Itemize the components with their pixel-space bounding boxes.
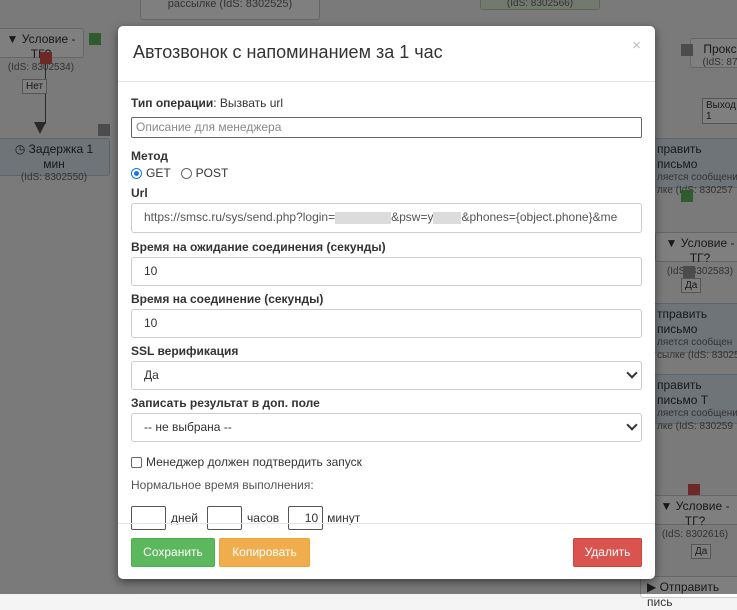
close-icon[interactable]: × bbox=[632, 38, 641, 53]
operation-modal: Автозвонок с напоминанием за 1 час × Тип… bbox=[118, 26, 655, 579]
method-label: Метод bbox=[131, 149, 169, 163]
result-field-select[interactable]: -- не выбрана -- bbox=[131, 413, 642, 442]
confirm-row: Менеджер должен подтвердить запуск bbox=[131, 455, 642, 469]
save-button[interactable]: Сохранить bbox=[131, 538, 215, 567]
connect-timeout-input[interactable]: 10 bbox=[131, 309, 642, 338]
description-input[interactable]: Описание для менеджера bbox=[131, 117, 642, 138]
operation-type-value: : Вызвать url bbox=[213, 96, 284, 110]
masked-password bbox=[433, 211, 462, 224]
operation-type-label: Тип операции bbox=[131, 96, 214, 110]
delete-button[interactable]: Удалить bbox=[573, 538, 642, 567]
connect-timeout-label: Время на соединение (секунды) bbox=[131, 292, 324, 306]
result-field-label: Записать результат в доп. поле bbox=[131, 396, 320, 410]
method-get-label[interactable]: GET bbox=[146, 166, 171, 180]
method-get-radio[interactable] bbox=[131, 167, 142, 179]
method-post-label[interactable]: POST bbox=[196, 166, 229, 180]
wait-timeout-label: Время на ожидание соединения (секунды) bbox=[131, 240, 386, 254]
normal-time-label: Нормальное время выполнения: bbox=[131, 478, 314, 492]
modal-title: Автозвонок с напоминанием за 1 час bbox=[133, 42, 443, 62]
method-group: GET POST bbox=[131, 166, 642, 180]
modal-body: Тип операции: Вызвать url Описание для м… bbox=[118, 82, 655, 530]
masked-login bbox=[335, 211, 392, 224]
wait-timeout-input[interactable]: 10 bbox=[131, 257, 642, 286]
operation-type: Тип операции: Вызвать url bbox=[131, 96, 642, 110]
manager-confirm-label[interactable]: Менеджер должен подтвердить запуск bbox=[146, 455, 362, 469]
modal-footer: Сохранить Копировать Удалить bbox=[118, 523, 655, 579]
method-post-radio[interactable] bbox=[180, 167, 192, 179]
url-label: Url bbox=[131, 186, 148, 200]
copy-button[interactable]: Копировать bbox=[219, 538, 310, 567]
ssl-label: SSL верификация bbox=[131, 344, 239, 358]
modal-header: Автозвонок с напоминанием за 1 час × bbox=[118, 26, 655, 82]
manager-confirm-checkbox[interactable] bbox=[131, 456, 142, 468]
url-input[interactable]: https://smsc.ru/sys/send.php?login= &psw=… bbox=[131, 203, 642, 233]
ssl-select[interactable]: Да bbox=[131, 361, 642, 390]
